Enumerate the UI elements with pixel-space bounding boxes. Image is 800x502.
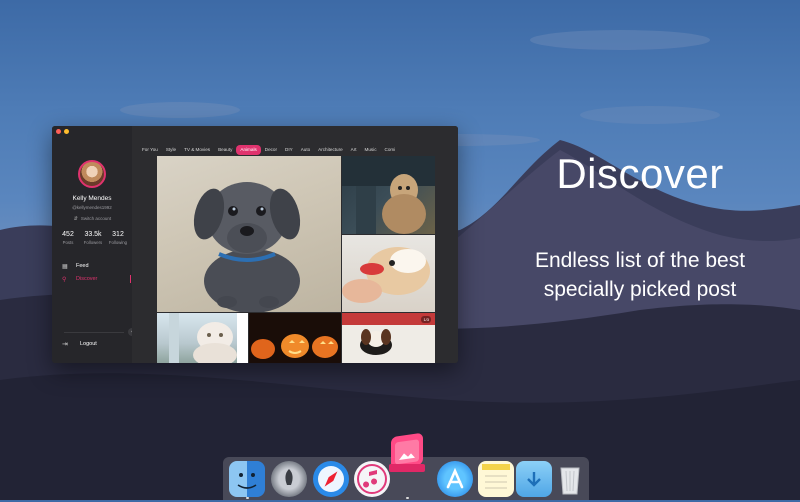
switch-account-label: Switch account	[80, 216, 112, 221]
tab-animals[interactable]: Animals	[236, 145, 261, 155]
downloads-folder-icon[interactable]	[516, 461, 552, 497]
stat-label: Following	[108, 240, 128, 245]
tab-tv-movies[interactable]: TV & Movies	[180, 145, 214, 155]
download-arrow-glyph	[527, 472, 541, 487]
main-content: For You Style TV & Movies Beauty Animals…	[132, 126, 458, 363]
app-store-glyph	[446, 467, 464, 489]
stat-label: Posts	[62, 240, 74, 245]
app-icon-featured[interactable]	[385, 432, 429, 476]
promo-subtitle-line-2: specially picked post	[543, 278, 737, 301]
tab-music[interactable]: Music	[361, 145, 381, 155]
window-controls	[56, 129, 69, 134]
active-indicator	[129, 275, 131, 283]
photo-tile-cat[interactable]	[157, 313, 248, 363]
promo-subtitle: Endless list of the best specially picke…	[500, 246, 780, 304]
grid-icon: ▦	[62, 263, 68, 270]
search-icon: ⚲	[62, 276, 67, 283]
stat-following[interactable]: 312 Following	[106, 231, 130, 245]
tab-art[interactable]: Art	[347, 145, 361, 155]
finder-face	[237, 473, 257, 489]
launchpad-icon[interactable]	[271, 461, 307, 497]
trash-icon[interactable]	[552, 461, 588, 497]
profile-name: Kelly Mendes	[72, 195, 112, 202]
tab-decor[interactable]: Decor	[261, 145, 281, 155]
puppy-image	[193, 182, 301, 312]
sidebar-item-feed[interactable]: ▦ Feed	[62, 260, 132, 272]
stat-value: 312	[112, 231, 124, 238]
stat-followers[interactable]: 33.5k Followers	[81, 231, 105, 245]
logout-label: Logout	[80, 341, 97, 347]
tab-beauty[interactable]: Beauty	[214, 145, 236, 155]
profile-handle: @kellymendes1992	[72, 205, 112, 210]
profile-stats: 452 Posts 33.5k Followers 312 Following	[56, 231, 130, 245]
running-indicator-finder	[246, 497, 249, 499]
tab-diy[interactable]: DIY	[281, 145, 297, 155]
promo-title: Discover	[556, 150, 724, 197]
dog-in-car-image	[342, 156, 435, 234]
rocket-glyph	[285, 469, 293, 485]
category-tabs: For You Style TV & Movies Beauty Animals…	[138, 145, 456, 155]
trash-can-glyph	[560, 467, 580, 495]
pumpkins-image	[251, 334, 338, 359]
safari-icon[interactable]	[313, 461, 349, 497]
photo-tile-pumpkins[interactable]	[249, 313, 341, 363]
photo-tile-puppy[interactable]	[157, 156, 341, 312]
gallery-count-badge: 1/3	[421, 316, 431, 323]
tab-for-you[interactable]: For You	[138, 145, 162, 155]
photo-tile-guinea-pig[interactable]	[342, 235, 435, 312]
stat-value: 33.5k	[84, 231, 102, 238]
photo-tile-dog-on-blanket[interactable]: 1/3	[342, 313, 435, 363]
stat-posts[interactable]: 452 Posts	[56, 231, 80, 245]
app-store-icon[interactable]	[437, 461, 473, 497]
sidebar-item-label: Feed	[76, 263, 89, 269]
sidebar-divider	[64, 332, 124, 333]
tab-auto[interactable]: Auto	[297, 145, 314, 155]
switch-account-icon: ⇵	[73, 216, 78, 222]
stat-value: 452	[62, 231, 74, 238]
app-window: Kelly Mendes @kellymendes1992 ⇵ Switch ac…	[52, 126, 458, 363]
stat-label: Followers	[83, 240, 103, 245]
compass-glyph	[318, 466, 344, 492]
photo-tile-dog-in-car[interactable]	[342, 156, 435, 234]
photo-grid: 1/3	[157, 156, 436, 363]
promo-subtitle-line-1: Endless list of the best	[534, 249, 746, 272]
switch-account-button[interactable]: ⇵ Switch account	[52, 216, 132, 222]
notes-icon[interactable]	[478, 461, 514, 497]
cat-image	[169, 313, 248, 363]
notes-glyph	[482, 464, 510, 489]
sidebar-item-label: Discover	[76, 276, 98, 282]
avatar[interactable]	[78, 160, 106, 188]
tab-style[interactable]: Style	[162, 145, 180, 155]
sidebar-item-discover[interactable]: ⚲ Discover	[62, 273, 132, 285]
finder-icon[interactable]	[229, 461, 265, 497]
minimize-window-button[interactable]	[64, 129, 69, 134]
logout-icon: ⇥	[62, 341, 68, 348]
running-indicator-featured	[406, 497, 409, 499]
tab-comics[interactable]: Comi	[381, 145, 400, 155]
guinea-pig-image	[342, 247, 430, 303]
tab-architecture[interactable]: Architecture	[314, 145, 347, 155]
logout-button[interactable]: ⇥ Logout	[62, 338, 97, 350]
sidebar: Kelly Mendes @kellymendes1992 ⇵ Switch ac…	[52, 126, 133, 363]
close-window-button[interactable]	[56, 129, 61, 134]
